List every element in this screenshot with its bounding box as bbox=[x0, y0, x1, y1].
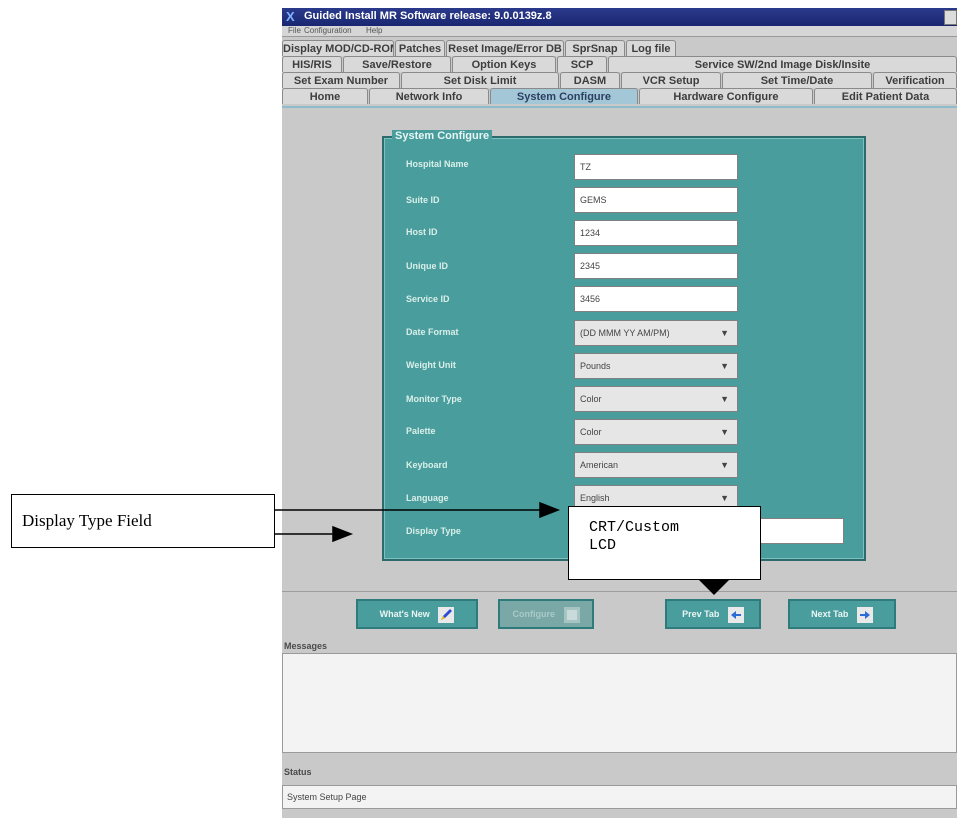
chevron-down-icon: ▼ bbox=[720, 427, 729, 437]
button-bar: What's New Configure Prev Tab Next Tab bbox=[282, 591, 957, 644]
chevron-down-icon: ▼ bbox=[720, 394, 729, 404]
language-label: Language bbox=[406, 493, 449, 503]
messages-area[interactable] bbox=[282, 653, 957, 753]
tab-home[interactable]: Home bbox=[282, 88, 368, 104]
service-id-label: Service ID bbox=[406, 294, 450, 304]
display-type-field[interactable]: D bbox=[748, 518, 844, 544]
chevron-down-icon: ▼ bbox=[720, 361, 729, 371]
date-format-label: Date Format bbox=[406, 327, 459, 337]
menu-help[interactable]: Help bbox=[366, 26, 382, 35]
status-field: System Setup Page bbox=[282, 785, 957, 809]
tab-hardware-configure[interactable]: Hardware Configure bbox=[639, 88, 813, 104]
date-format-value: (DD MMM YY AM/PM) bbox=[580, 328, 670, 338]
menu-configuration[interactable]: Configuration bbox=[304, 26, 352, 35]
tab-reset-image-error-db[interactable]: Reset Image/Error DB bbox=[446, 40, 564, 56]
display-type-field-callout: Display Type Field bbox=[11, 494, 275, 548]
keyboard-value: American bbox=[580, 460, 619, 470]
whats-new-label: What's New bbox=[379, 609, 430, 619]
tab-edit-patient-data[interactable]: Edit Patient Data bbox=[814, 88, 957, 104]
window-title: Guided Install MR Software release: 9.0.… bbox=[304, 10, 552, 22]
tab-scp[interactable]: SCP bbox=[557, 56, 607, 72]
weight-unit-label: Weight Unit bbox=[406, 360, 456, 370]
unique-id-field[interactable]: 2345 bbox=[574, 253, 738, 279]
tab-service-sw-2nd-image-disk-insite[interactable]: Service SW/2nd Image Disk/Insite bbox=[608, 56, 957, 72]
monitor-type-label: Monitor Type bbox=[406, 394, 462, 404]
keyboard-dropdown[interactable]: American ▼ bbox=[574, 452, 738, 478]
menu-file[interactable]: File bbox=[288, 26, 301, 35]
unique-id-label: Unique ID bbox=[406, 261, 448, 271]
tab-patches[interactable]: Patches bbox=[395, 40, 445, 56]
suite-id-label: Suite ID bbox=[406, 195, 440, 205]
language-value: English bbox=[580, 493, 610, 503]
weight-unit-value: Pounds bbox=[580, 361, 611, 371]
keyboard-label: Keyboard bbox=[406, 460, 448, 470]
tab-verification[interactable]: Verification bbox=[873, 72, 957, 88]
configure-label: Configure bbox=[512, 609, 555, 619]
tab-option-keys[interactable]: Option Keys bbox=[452, 56, 556, 72]
palette-dropdown[interactable]: Color ▼ bbox=[574, 419, 738, 445]
next-tab-button[interactable]: Next Tab bbox=[788, 599, 896, 629]
configure-button[interactable]: Configure bbox=[498, 599, 594, 629]
guided-install-window: X Guided Install MR Software release: 9.… bbox=[282, 8, 957, 818]
host-id-field[interactable]: 1234 bbox=[574, 220, 738, 246]
service-id-field[interactable]: 3456 bbox=[574, 286, 738, 312]
tab-set-exam-number[interactable]: Set Exam Number bbox=[282, 72, 400, 88]
host-id-label: Host ID bbox=[406, 227, 438, 237]
arrow-right-icon bbox=[856, 606, 873, 623]
whats-new-button[interactable]: What's New bbox=[356, 599, 478, 629]
tab-system-configure[interactable]: System Configure bbox=[490, 88, 638, 104]
palette-label: Palette bbox=[406, 426, 436, 436]
tab-network-info[interactable]: Network Info bbox=[369, 88, 489, 104]
prev-tab-label: Prev Tab bbox=[682, 609, 720, 619]
weight-unit-dropdown[interactable]: Pounds ▼ bbox=[574, 353, 738, 379]
configure-icon bbox=[563, 606, 580, 623]
x-logo-icon: X bbox=[286, 9, 295, 24]
tab-display-mod-cdrom[interactable]: Display MOD/CD-ROM bbox=[282, 40, 394, 56]
monitor-type-dropdown[interactable]: Color ▼ bbox=[574, 386, 738, 412]
menu-bar: File Configuration Help bbox=[282, 26, 957, 37]
hospital-name-label: Hospital Name bbox=[406, 159, 469, 169]
monitor-type-value: Color bbox=[580, 394, 602, 404]
hospital-name-field[interactable]: TZ bbox=[574, 154, 738, 180]
chevron-down-icon: ▼ bbox=[720, 460, 729, 470]
prev-tab-button[interactable]: Prev Tab bbox=[665, 599, 761, 629]
callout-line-crt-custom: CRT/Custom bbox=[589, 519, 680, 536]
system-configure-legend: System Configure bbox=[392, 130, 493, 142]
chevron-down-icon: ▼ bbox=[720, 328, 729, 338]
tab-his-ris[interactable]: HIS/RIS bbox=[282, 56, 342, 72]
tab-dasm[interactable]: DASM bbox=[560, 72, 620, 88]
tab-strip-divider bbox=[282, 106, 957, 108]
messages-label: Messages bbox=[284, 641, 328, 651]
next-tab-label: Next Tab bbox=[811, 609, 849, 619]
date-format-dropdown[interactable]: (DD MMM YY AM/PM) ▼ bbox=[574, 320, 738, 346]
window-control-button[interactable] bbox=[944, 10, 957, 25]
title-bar: X Guided Install MR Software release: 9.… bbox=[282, 8, 957, 26]
crt-custom-lcd-callout: CRT/Custom LCD bbox=[568, 506, 761, 580]
tab-log-file[interactable]: Log file bbox=[626, 40, 676, 56]
tab-sprsnap[interactable]: SprSnap bbox=[565, 40, 625, 56]
tab-set-time-date[interactable]: Set Time/Date bbox=[722, 72, 872, 88]
tab-vcr-setup[interactable]: VCR Setup bbox=[621, 72, 721, 88]
arrow-left-icon bbox=[727, 606, 744, 623]
suite-id-field[interactable]: GEMS bbox=[574, 187, 738, 213]
status-label: Status bbox=[284, 767, 312, 777]
callout-line-lcd: LCD bbox=[589, 537, 617, 554]
palette-value: Color bbox=[580, 427, 602, 437]
tab-set-disk-limit[interactable]: Set Disk Limit bbox=[401, 72, 559, 88]
display-type-label: Display Type bbox=[406, 526, 461, 536]
tab-save-restore[interactable]: Save/Restore bbox=[343, 56, 451, 72]
pencil-icon bbox=[438, 606, 455, 623]
